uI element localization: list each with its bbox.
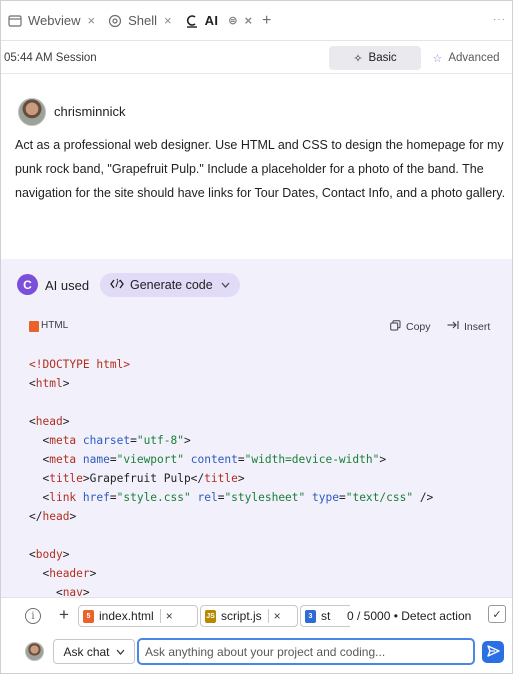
context-file-chip[interactable]: JS script.js × xyxy=(200,605,298,627)
context-file-chip[interactable]: 5 index.html × xyxy=(78,605,198,627)
send-button[interactable] xyxy=(482,641,504,663)
insert-label: Insert xyxy=(464,320,491,333)
star-icon: ☆ xyxy=(432,52,443,65)
generate-code-dropdown[interactable]: Generate code xyxy=(100,273,240,297)
lock-icon: ⊜ xyxy=(228,15,238,27)
tab-ai-label: AI xyxy=(204,13,219,28)
shell-icon xyxy=(107,13,123,29)
tab-shell-close-icon[interactable]: × xyxy=(164,13,172,28)
sparkle-icon: ✧ xyxy=(353,52,363,65)
code-icon xyxy=(110,278,124,293)
code-line: <html> xyxy=(29,377,70,390)
copy-label: Copy xyxy=(406,321,431,333)
copy-button[interactable]: Copy xyxy=(390,320,431,334)
info-icon[interactable]: i xyxy=(25,608,41,624)
tab-bar: Webview × Shell × AI ⊜ × + ··· xyxy=(1,1,512,41)
code-line: <meta name="viewport" content="width=dev… xyxy=(29,453,387,466)
username: chrisminnick xyxy=(54,104,126,119)
window-icon xyxy=(7,13,23,29)
chat-mode-select[interactable]: Ask chat xyxy=(53,639,135,664)
generate-code-label: Generate code xyxy=(130,278,213,292)
add-tab-button[interactable]: + xyxy=(262,12,271,30)
ai-response: C AI used Generate code HTML Copy Insert… xyxy=(1,259,512,599)
session-header: 05:44 AM Session ✧ Basic ☆ Advanced xyxy=(1,42,512,74)
chat-mode-label: Ask chat xyxy=(63,644,110,659)
tab-ai[interactable]: AI ⊜ × xyxy=(178,1,258,41)
tab-shell[interactable]: Shell × xyxy=(101,1,178,41)
character-counter: 0 / 5000 • Detect action xyxy=(347,609,471,623)
code-line: <title>Grapefruit Pulp</title> xyxy=(29,472,245,485)
tab-webview[interactable]: Webview × xyxy=(1,1,101,41)
ai-chat-panel: Webview × Shell × AI ⊜ × + ··· 05:44 AM … xyxy=(0,0,513,674)
code-line: <body> xyxy=(29,548,70,561)
insert-button[interactable]: Insert xyxy=(447,320,490,333)
code-line: <!DOCTYPE html> xyxy=(29,358,131,371)
css3-icon: 3 xyxy=(305,609,316,623)
remove-file-icon[interactable]: × xyxy=(159,609,173,623)
input-row: Ask chat xyxy=(1,636,512,666)
ai-response-header: C AI used Generate code xyxy=(1,259,512,311)
basic-mode-button[interactable]: ✧ Basic xyxy=(329,46,421,70)
chevron-down-icon xyxy=(221,280,230,290)
copy-icon xyxy=(390,320,401,334)
character-count: 0 / 5000 xyxy=(347,609,391,623)
insert-arrow-icon xyxy=(447,320,459,333)
context-file-name: st xyxy=(321,609,331,623)
code-block-header: HTML Copy Insert xyxy=(1,311,512,341)
advanced-mode-button[interactable]: ☆ Advanced xyxy=(423,46,509,70)
avatar xyxy=(25,642,44,661)
add-context-button[interactable]: + xyxy=(59,605,69,625)
user-message-text: Act as a professional web designer. Use … xyxy=(15,138,506,200)
html5-icon xyxy=(29,321,39,332)
html5-icon: 5 xyxy=(83,609,94,623)
ai-logo-icon: C xyxy=(17,274,38,295)
context-file-name: index.html xyxy=(99,609,154,623)
send-icon xyxy=(486,644,500,660)
ai-icon xyxy=(184,13,200,29)
detect-action-checkbox[interactable]: ✓ xyxy=(488,605,506,623)
code-line: <head> xyxy=(29,415,70,428)
user-message: chrisminnick Act as a professional web d… xyxy=(1,75,512,259)
context-file-chip[interactable]: 3 st xyxy=(300,605,350,627)
chevron-down-icon xyxy=(116,647,125,657)
basic-mode-label: Basic xyxy=(368,52,397,64)
more-options-icon[interactable]: ··· xyxy=(493,14,506,25)
ai-used-label: AI used xyxy=(45,278,90,293)
code-line: <meta charset="utf-8"> xyxy=(29,434,191,447)
javascript-icon: JS xyxy=(205,609,216,623)
code-line: <header> xyxy=(29,567,97,580)
tab-webview-label: Webview xyxy=(28,13,81,28)
avatar xyxy=(18,98,46,126)
remove-file-icon[interactable]: × xyxy=(267,609,281,623)
chat-composer: i + 5 index.html × JS script.js × 3 st 0… xyxy=(1,597,512,673)
code-line: </head> xyxy=(29,510,77,523)
detect-action-label: • Detect action xyxy=(393,609,472,623)
advanced-mode-label: Advanced xyxy=(448,52,500,64)
tab-ai-close-icon[interactable]: × xyxy=(244,13,252,28)
code-language: HTML xyxy=(41,320,69,331)
prompt-input[interactable] xyxy=(137,638,475,665)
code-block: <!DOCTYPE html> <html> <head> <meta chars… xyxy=(29,355,507,602)
session-title: 05:44 AM Session xyxy=(4,51,97,64)
tab-shell-label: Shell xyxy=(128,13,158,28)
code-line: <link href="style.css" rel="stylesheet" … xyxy=(29,491,434,504)
context-file-name: script.js xyxy=(221,609,262,623)
tab-webview-close-icon[interactable]: × xyxy=(88,13,96,28)
